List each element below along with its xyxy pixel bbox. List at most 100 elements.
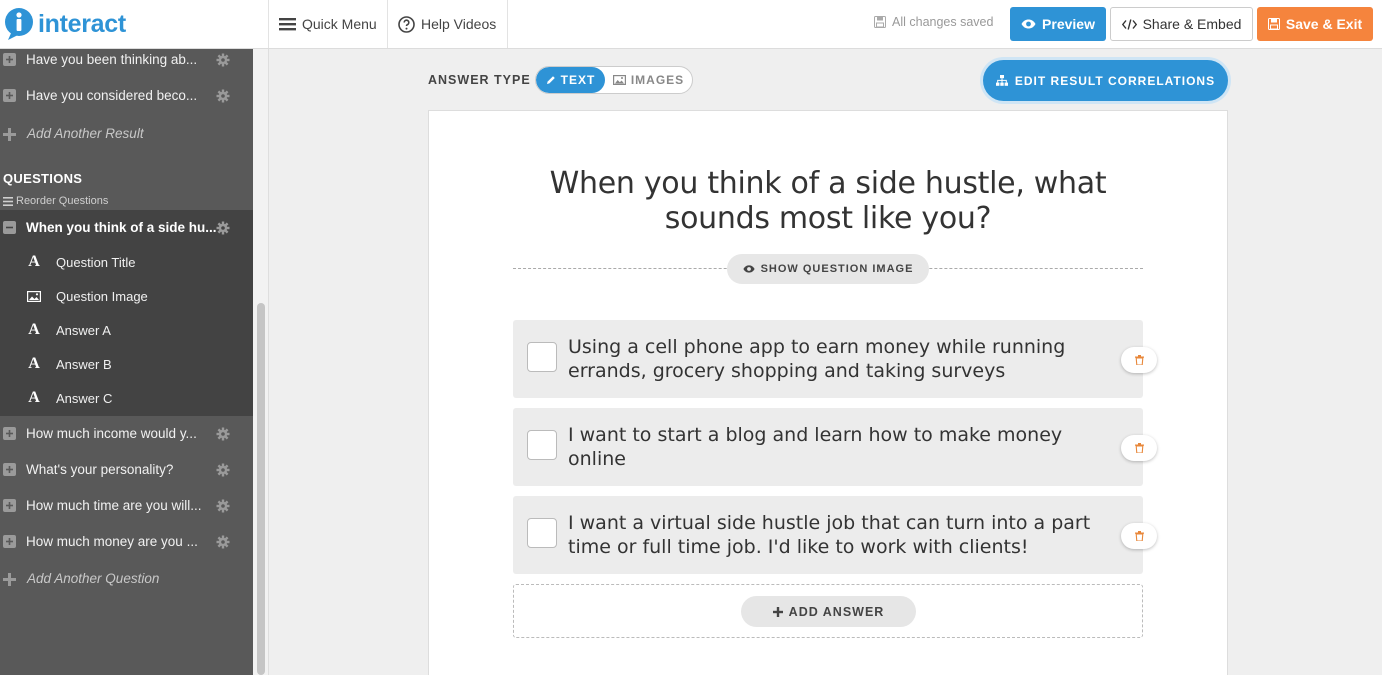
gear-icon[interactable] xyxy=(216,53,230,67)
trash-icon xyxy=(1134,443,1144,453)
answer-checkbox[interactable] xyxy=(527,430,557,460)
sidebar-item-result[interactable]: Have you considered beco... xyxy=(0,78,253,114)
answer-text[interactable]: I want to start a blog and learn how to … xyxy=(568,423,1108,471)
answer-type-toggle: TEXT IMAGES xyxy=(535,66,693,94)
quick-menu-label: Quick Menu xyxy=(302,16,377,32)
plus-icon xyxy=(3,573,16,586)
text-icon: A xyxy=(28,355,40,372)
divider xyxy=(507,0,508,48)
sidebar-item-label: How much money are you ... xyxy=(26,534,198,549)
minus-square-icon xyxy=(3,221,16,234)
save-exit-button[interactable]: Save & Exit xyxy=(1257,7,1373,41)
answer-checkbox[interactable] xyxy=(527,342,557,372)
help-videos-label: Help Videos xyxy=(421,16,497,32)
answer-text[interactable]: I want a virtual side hustle job that ca… xyxy=(568,511,1108,559)
answer-option[interactable]: I want a virtual side hustle job that ca… xyxy=(513,496,1143,574)
add-answer-button[interactable]: ADD ANSWER xyxy=(741,596,916,627)
image-icon xyxy=(612,75,626,85)
plus-icon xyxy=(772,606,783,617)
pencil-icon xyxy=(546,76,555,84)
edit-correlations-label: EDIT RESULT CORRELATIONS xyxy=(1014,73,1216,88)
sidebar-item-question[interactable]: How much income would y... xyxy=(0,416,253,452)
add-result-button[interactable]: Add Another Result xyxy=(0,119,253,149)
sub-item-question-image[interactable]: Question Image xyxy=(0,281,253,311)
answer-text[interactable]: Using a cell phone app to earn money whi… xyxy=(568,335,1108,383)
sub-item-answer-c[interactable]: A Answer C xyxy=(0,383,253,413)
answer-option[interactable]: I want to start a blog and learn how to … xyxy=(513,408,1143,486)
delete-answer-button[interactable] xyxy=(1121,347,1157,373)
sidebar-item-result[interactable]: Have you been thinking ab... xyxy=(0,49,253,78)
reorder-questions-link[interactable]: Reorder Questions xyxy=(3,194,108,208)
sub-item-label: Question Image xyxy=(56,289,148,304)
scrollbar-thumb[interactable] xyxy=(257,303,265,675)
delete-answer-button[interactable] xyxy=(1121,523,1157,549)
answer-checkbox[interactable] xyxy=(527,518,557,548)
answer-type-images-option[interactable]: IMAGES xyxy=(605,67,692,93)
sidebar-item-question[interactable]: How much time are you will... xyxy=(0,488,253,524)
plus-square-icon xyxy=(3,427,16,440)
sidebar-item-label: What's your personality? xyxy=(26,462,174,477)
sidebar-item-label: When you think of a side hu... xyxy=(26,220,217,235)
share-embed-button[interactable]: Share & Embed xyxy=(1110,7,1253,41)
help-circle-icon xyxy=(398,15,415,33)
show-question-image-button[interactable]: SHOW QUESTION IMAGE xyxy=(727,254,929,284)
gear-icon[interactable] xyxy=(216,89,230,103)
gear-icon[interactable] xyxy=(216,427,230,441)
active-question-group: When you think of a side hu... A Questio… xyxy=(0,210,253,416)
hamburger-icon xyxy=(279,18,296,31)
sidebar-item-question[interactable]: How much money are you ... xyxy=(0,524,253,560)
sidebar-item-label: Have you considered beco... xyxy=(26,88,198,103)
sitemap-icon xyxy=(995,75,1008,86)
gear-icon[interactable] xyxy=(216,463,230,477)
sidebar-item-active-question[interactable]: When you think of a side hu... xyxy=(0,210,253,246)
preview-button[interactable]: Preview xyxy=(1010,7,1106,41)
trash-icon xyxy=(1134,355,1144,365)
sub-item-answer-b[interactable]: A Answer B xyxy=(0,349,253,379)
answer-type-text-option[interactable]: TEXT xyxy=(536,67,605,93)
reorder-label: Reorder Questions xyxy=(16,195,109,207)
answer-option[interactable]: Using a cell phone app to earn money whi… xyxy=(513,320,1143,398)
plus-square-icon xyxy=(3,53,16,66)
sidebar-item-label: How much income would y... xyxy=(26,426,197,441)
question-title[interactable]: When you think of a side hustle, what so… xyxy=(515,166,1141,236)
help-videos-button[interactable]: Help Videos xyxy=(398,0,496,48)
text-icon: A xyxy=(28,389,40,406)
logo-text: interact xyxy=(38,9,126,38)
gear-icon[interactable] xyxy=(216,499,230,513)
floppy-disk-icon xyxy=(874,16,886,28)
gear-icon[interactable] xyxy=(216,221,230,235)
top-bar: interact Quick Menu Help Videos All chan… xyxy=(0,0,1382,49)
add-answer-label: ADD ANSWER xyxy=(788,604,885,619)
sub-item-label: Answer C xyxy=(56,391,113,406)
plus-square-icon xyxy=(3,463,16,476)
text-icon: A xyxy=(28,321,40,338)
floppy-disk-icon xyxy=(1267,18,1280,30)
add-question-button[interactable]: Add Another Question xyxy=(0,564,253,594)
add-result-label: Add Another Result xyxy=(27,126,144,141)
app-logo[interactable]: interact xyxy=(4,6,126,42)
sub-item-question-title[interactable]: A Question Title xyxy=(0,247,253,277)
sidebar-item-question[interactable]: What's your personality? xyxy=(0,452,253,488)
divider xyxy=(268,0,269,48)
answer-type-label: ANSWER TYPE xyxy=(428,73,531,87)
edit-result-correlations-button[interactable]: EDIT RESULT CORRELATIONS xyxy=(983,60,1228,101)
text-icon: A xyxy=(28,253,40,270)
save-exit-label: Save & Exit xyxy=(1285,16,1363,32)
sidebar-item-label: How much time are you will... xyxy=(26,498,202,513)
images-option-label: IMAGES xyxy=(630,73,685,87)
gear-icon[interactable] xyxy=(216,535,230,549)
eye-icon xyxy=(742,265,755,273)
divider xyxy=(387,0,388,48)
plus-square-icon xyxy=(3,89,16,102)
save-status: All changes saved xyxy=(874,15,993,29)
sub-item-label: Answer A xyxy=(56,323,111,338)
questions-heading: QUESTIONS xyxy=(3,171,83,186)
code-icon xyxy=(1121,18,1137,30)
image-icon xyxy=(26,288,42,304)
sub-item-answer-a[interactable]: A Answer A xyxy=(0,315,253,345)
delete-answer-button[interactable] xyxy=(1121,435,1157,461)
share-embed-label: Share & Embed xyxy=(1142,16,1242,32)
sidebar-scrollbar[interactable] xyxy=(253,49,269,675)
quick-menu-button[interactable]: Quick Menu xyxy=(279,0,377,48)
sub-item-label: Answer B xyxy=(56,357,112,372)
